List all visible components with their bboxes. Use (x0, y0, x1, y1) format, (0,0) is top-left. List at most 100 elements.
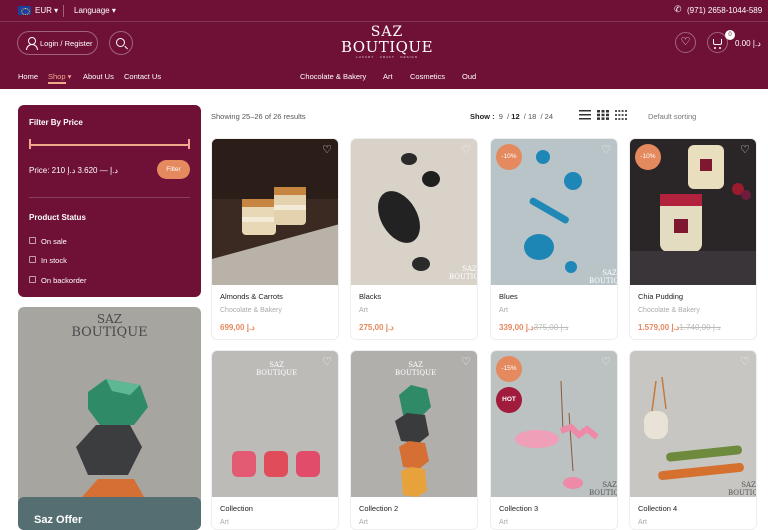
checkbox-on-backorder[interactable] (29, 276, 36, 283)
product-image[interactable] (351, 139, 478, 285)
product-name[interactable]: Collection 3 (499, 504, 538, 513)
on-backorder-label[interactable]: On backorder (41, 276, 86, 285)
product-card[interactable]: SAZBOUTIQUE -15% HOT ♡ Collection 3 Art (490, 350, 618, 530)
login-label: Login / Register (40, 39, 93, 48)
divider (63, 5, 64, 17)
price-current: د.إ 339,00 (499, 323, 534, 332)
promo-banner[interactable]: SAZ BOUTIQUE Saz Offer (18, 307, 201, 530)
show-12[interactable]: 12 (511, 112, 519, 121)
site-logo[interactable]: SAZ BOUTIQUE LUXURY · CRAFT · DESIGN (339, 25, 435, 63)
product-card[interactable]: ♡ Almonds & Carrots Chocolate & Bakery د… (211, 138, 339, 340)
currency-switcher[interactable]: EUR ▾ (35, 6, 58, 15)
product-name[interactable]: Almonds & Carrots (220, 292, 283, 301)
cart-count-badge: 0 (725, 30, 735, 40)
active-nav-underline (48, 82, 66, 84)
logo-line2: BOUTIQUE (340, 38, 434, 56)
nav-oud[interactable]: Oud (462, 72, 476, 81)
wishlist-button[interactable]: ♡ (675, 32, 696, 53)
per-page-selector: Show : 9 / 12 / 18 / 24 (470, 112, 553, 121)
product-category[interactable]: Art (359, 519, 368, 526)
sale-badge: -10% (496, 144, 522, 170)
language-switcher[interactable]: Language ▾ (74, 6, 116, 15)
brand-mark: SAZBOUTIQUE (449, 265, 477, 281)
filter-panel: Filter By Price Price: 210 د.إ — 3.620 د… (18, 105, 201, 297)
login-register-button[interactable]: Login / Register (17, 31, 98, 55)
list-view-icon[interactable] (579, 110, 591, 120)
eu-flag-icon[interactable] (18, 6, 31, 15)
product-status-title: Product Status (29, 213, 86, 222)
product-name[interactable]: Chia Pudding (638, 292, 683, 301)
price-current: د.إ 275,00 (359, 323, 394, 332)
product-card[interactable]: SAZBOUTIQUE -10% ♡ Blues Art د.إ 375,00د… (490, 138, 618, 340)
phone-number[interactable]: (971) 2658-1044-589 (687, 6, 762, 15)
sorting-dropdown[interactable]: Default sorting (648, 112, 696, 121)
price-slider-min-handle[interactable] (29, 139, 31, 149)
phone-icon: ✆ (674, 4, 682, 14)
product-card[interactable]: SAZBOUTIQUE ♡ Collection 4 Art (629, 350, 757, 530)
wishlist-heart-icon[interactable]: ♡ (740, 145, 750, 156)
cart-total[interactable]: 0.00 د.إ (735, 39, 761, 48)
price-old: د.إ 375,00 (533, 323, 569, 332)
logo-line1: SAZ (370, 24, 404, 40)
product-category[interactable]: Art (359, 307, 368, 314)
product-price: د.إ 699,00 (220, 323, 255, 332)
product-category[interactable]: Chocolate & Bakery (220, 307, 282, 314)
checkbox-on-sale[interactable] (29, 237, 36, 244)
product-card[interactable]: SAZ BOUTIQUE ♡ Collection 2 Art (350, 350, 478, 530)
price-current: د.إ 699,00 (220, 323, 255, 332)
nav-shop[interactable]: Shop ▾ (48, 72, 71, 81)
brand-mark: SAZBOUTIQUE (395, 361, 437, 377)
checkbox-in-stock[interactable] (29, 256, 36, 263)
price-slider-max-handle[interactable] (188, 139, 190, 149)
product-card[interactable]: SAZBOUTIQUE ♡ Blacks Art د.إ 275,00 (350, 138, 478, 340)
wishlist-heart-icon[interactable]: ♡ (740, 357, 750, 368)
show-9[interactable]: 9 (499, 112, 503, 121)
wishlist-heart-icon[interactable]: ♡ (461, 145, 471, 156)
grid-3-view-icon[interactable] (597, 110, 609, 120)
product-name[interactable]: Blacks (359, 292, 381, 301)
product-card[interactable]: -10% ♡ Chia Pudding Chocolate & Bakery د… (629, 138, 757, 340)
product-name[interactable]: Collection 2 (359, 504, 398, 513)
promo-title: Saz Offer (34, 514, 83, 526)
price-slider-track[interactable] (29, 144, 190, 146)
wishlist-heart-icon[interactable]: ♡ (322, 145, 332, 156)
brand-mark: SAZBOUTIQUE (589, 269, 617, 285)
show-18[interactable]: 18 (528, 112, 536, 121)
heart-icon: ♡ (680, 36, 691, 48)
nav-art[interactable]: Art (383, 72, 393, 81)
product-category[interactable]: Art (499, 307, 508, 314)
product-name[interactable]: Blues (499, 292, 518, 301)
wishlist-heart-icon[interactable]: ♡ (601, 145, 611, 156)
nav-contact[interactable]: Contact Us (124, 72, 161, 81)
wishlist-heart-icon[interactable]: ♡ (601, 357, 611, 368)
product-category[interactable]: Art (220, 519, 229, 526)
product-category[interactable]: Chocolate & Bakery (638, 307, 700, 314)
search-button[interactable] (109, 31, 133, 55)
nav-cosmetics[interactable]: Cosmetics (410, 72, 445, 81)
grid-4-view-icon[interactable] (615, 110, 627, 120)
product-card[interactable]: SAZ BOUTIQUE ♡ Collection Art (211, 350, 339, 530)
filter-button[interactable]: Filter (157, 160, 190, 179)
product-image[interactable] (212, 139, 339, 285)
show-label: Show : (470, 112, 495, 121)
product-image[interactable] (630, 351, 757, 497)
on-sale-label[interactable]: On sale (41, 237, 67, 246)
nav-home[interactable]: Home (18, 72, 38, 81)
product-category[interactable]: Art (638, 519, 647, 526)
wishlist-heart-icon[interactable]: ♡ (461, 357, 471, 368)
product-name[interactable]: Collection 4 (638, 504, 677, 513)
nav-about[interactable]: About Us (83, 72, 114, 81)
price-range-text: Price: 210 د.إ — 3.620 د.إ (29, 166, 118, 175)
nav-chocolate-bakery[interactable]: Chocolate & Bakery (300, 72, 366, 81)
top-bar: EUR ▾ Language ▾ ✆ (971) 2658-1044-589 (0, 0, 768, 22)
in-stock-label[interactable]: In stock (41, 256, 67, 265)
language-label: Language (74, 6, 110, 15)
show-24[interactable]: 24 (545, 112, 553, 121)
filter-by-price-title: Filter By Price (29, 118, 83, 127)
site-header: EUR ▾ Language ▾ ✆ (971) 2658-1044-589 L… (0, 0, 768, 89)
product-name[interactable]: Collection (220, 504, 253, 513)
price-current: د.إ 1.579,00 (638, 323, 680, 332)
product-category[interactable]: Art (499, 519, 508, 526)
results-count: Showing 25–26 of 26 results (211, 112, 306, 121)
wishlist-heart-icon[interactable]: ♡ (322, 357, 332, 368)
